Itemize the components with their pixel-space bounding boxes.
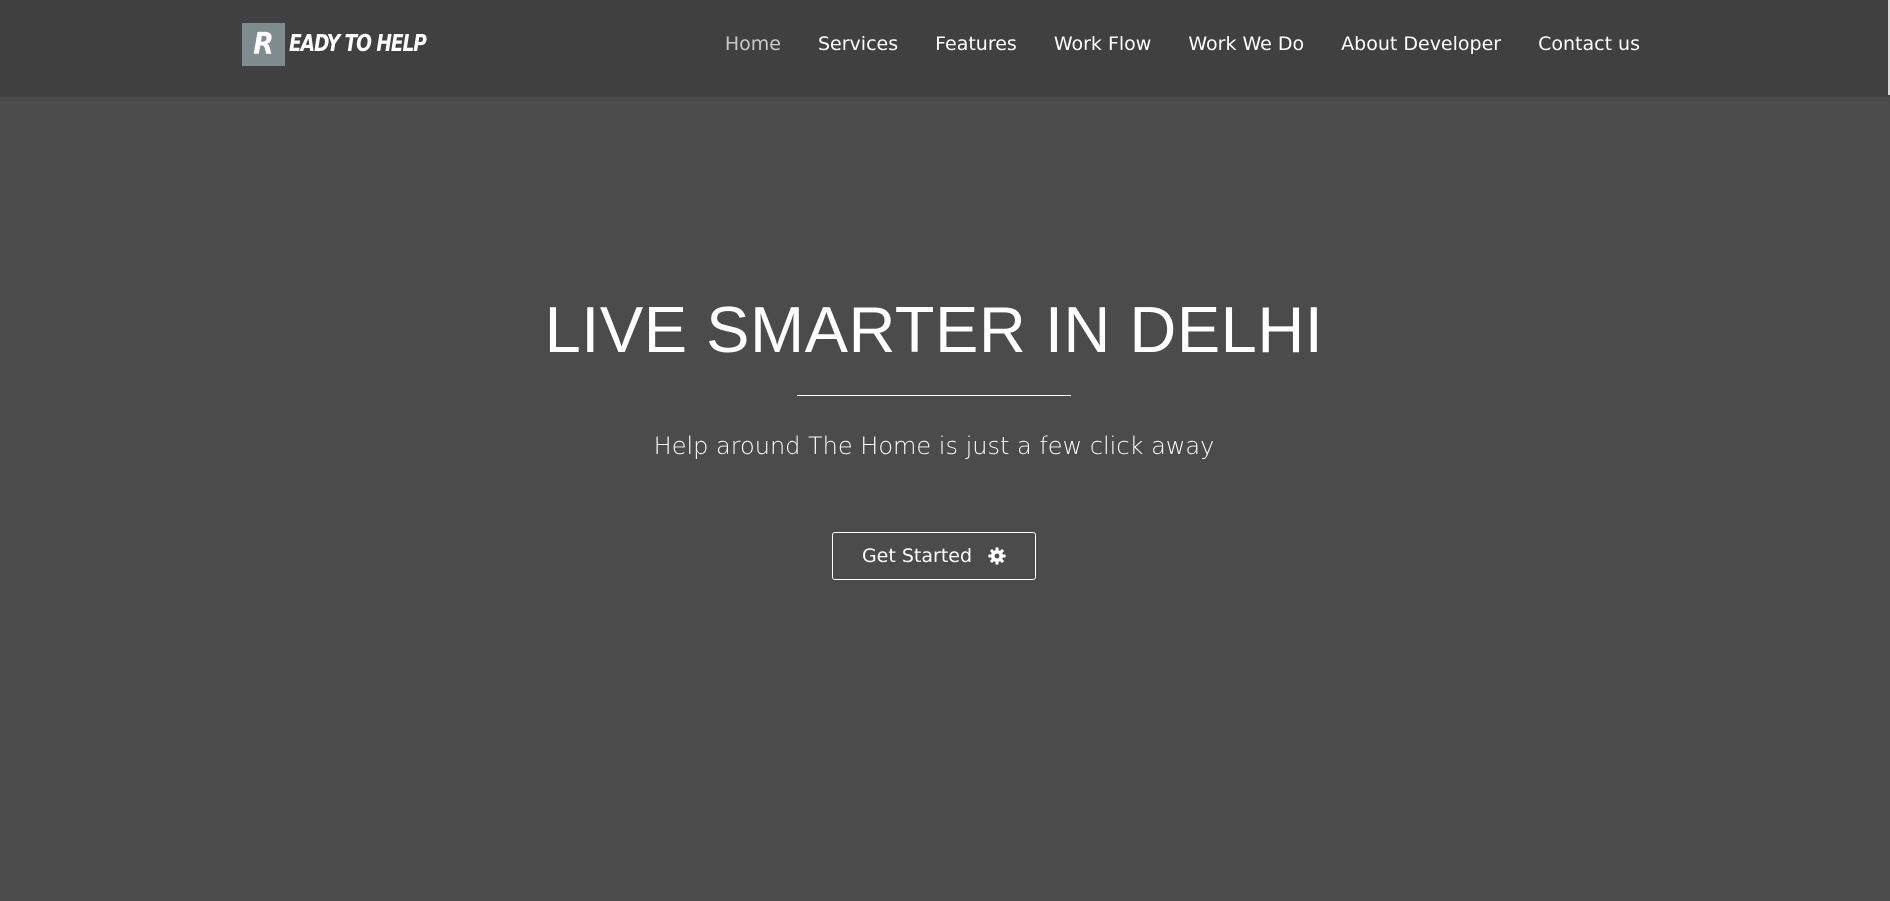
navbar: R EADY TO HELP Home Services Features Wo…	[0, 0, 1890, 95]
brand-name: EADY TO HELP	[289, 31, 427, 57]
hero-section: LIVE SMARTER IN DELHI Help around The Ho…	[0, 290, 1868, 580]
hero-title: LIVE SMARTER IN DELHI	[544, 293, 1324, 366]
gear-icon	[988, 547, 1006, 565]
brand-initial-box: R	[242, 22, 285, 66]
hero-subtitle: Help around The Home is just a few click…	[653, 432, 1215, 460]
page: R EADY TO HELP Home Services Features Wo…	[0, 0, 1890, 901]
nav-item-work-flow[interactable]: Work Flow	[1054, 33, 1152, 55]
nav-item-home[interactable]: Home	[725, 33, 781, 55]
main-nav: Home Services Features Work Flow Work We…	[700, 0, 1640, 88]
nav-item-work-we-do[interactable]: Work We Do	[1188, 33, 1304, 55]
nav-item-services[interactable]: Services	[818, 33, 898, 55]
nav-item-features[interactable]: Features	[935, 33, 1017, 55]
get-started-button[interactable]: Get Started	[832, 532, 1036, 580]
get-started-label: Get Started	[861, 545, 973, 567]
brand-logo[interactable]: R EADY TO HELP	[242, 22, 441, 66]
nav-item-contact-us[interactable]: Contact us	[1538, 33, 1640, 55]
nav-item-about-developer[interactable]: About Developer	[1341, 33, 1501, 55]
hero-divider	[797, 395, 1071, 396]
